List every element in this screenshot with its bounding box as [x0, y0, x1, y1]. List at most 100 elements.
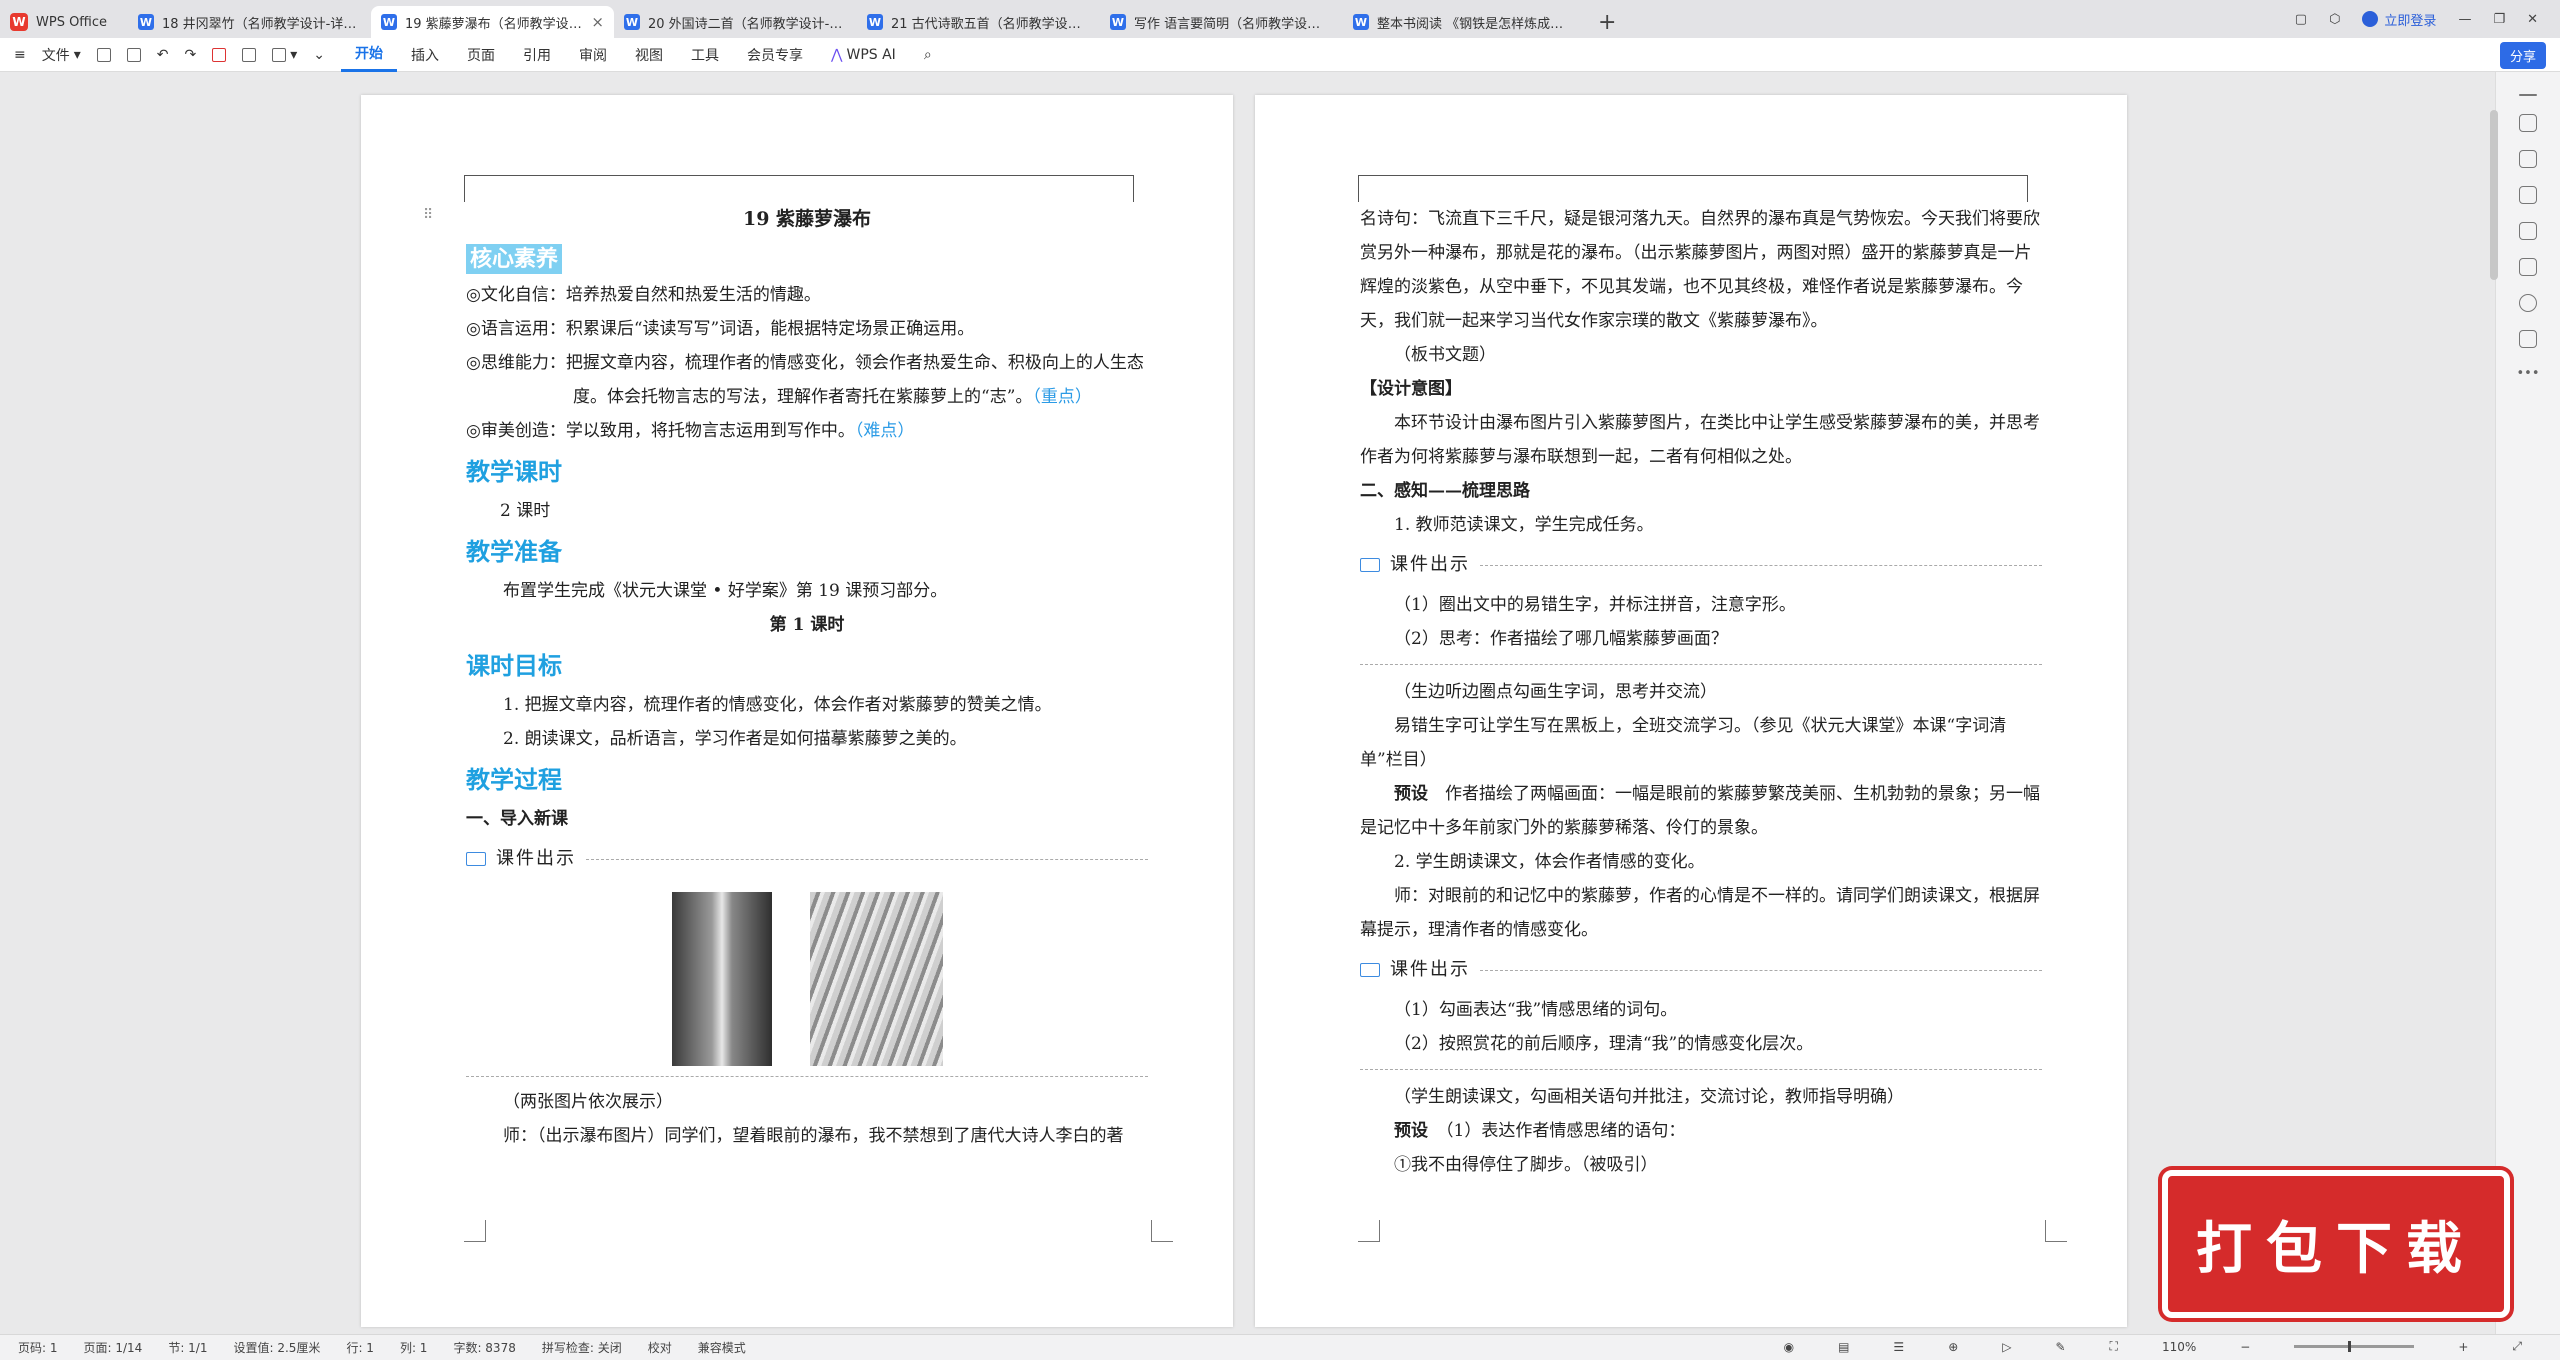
- tab-doc-writing[interactable]: W 写作 语言要简明（名师教学设计-详案）: [1100, 6, 1343, 38]
- window-layout-icon[interactable]: ▢: [2295, 12, 2307, 27]
- save-icon[interactable]: [96, 47, 111, 62]
- download-ad-banner[interactable]: 打包下载: [2162, 1170, 2510, 1318]
- tab-doc-18[interactable]: W 18 井冈翠竹（名师教学设计-详案）: [128, 6, 371, 38]
- help-icon[interactable]: [2519, 294, 2537, 312]
- preset-label: 预设: [1394, 784, 1428, 804]
- status-words[interactable]: 字数: 8378: [453, 1339, 515, 1356]
- slideshow-icon: [1360, 963, 1380, 977]
- layout-icon[interactable]: [2519, 222, 2537, 240]
- file-menu[interactable]: 文件 ▾: [42, 45, 81, 65]
- status-setvalue[interactable]: 设置值: 2.5厘米: [233, 1339, 320, 1356]
- vertical-scrollbar[interactable]: [2490, 110, 2498, 280]
- tab-doc-reading[interactable]: W 整本书阅读 《钢铁是怎样炼成的》（名师教学设计-详案）: [1343, 6, 1586, 38]
- eye-icon[interactable]: ◉: [1784, 1340, 1794, 1354]
- redo-icon[interactable]: ↷: [185, 47, 197, 63]
- menu-icon[interactable]: ≡: [14, 47, 26, 63]
- status-spellcheck[interactable]: 拼写检查: 关闭: [542, 1339, 622, 1356]
- paragraph: 1. 教师范读课文，学生完成任务。: [1394, 515, 1654, 535]
- view-controls: ◉ ▤ ☰ ⊕ ▷ ✎ ⛶ 110% − + ⤢: [1784, 1339, 2548, 1354]
- tab-label: 19 紫藤萝瀑布（名师教学设计-详案）: [405, 16, 585, 32]
- core-item-4-text: ◎审美创造：学以致用，将托物言志运用到写作中。: [466, 421, 855, 441]
- paragraph: （生边听边圈点勾画生字词，思考并交流）: [1394, 682, 1717, 702]
- courseware-banner: 课件出示: [1360, 548, 2042, 582]
- tab-label: 18 井冈翠竹（名师教学设计-详案）: [162, 16, 361, 32]
- tab-review[interactable]: 审阅: [565, 45, 621, 65]
- tab-doc-19-active[interactable]: W 19 紫藤萝瀑布（名师教学设计-详案） ×: [371, 6, 614, 38]
- core-item-1: ◎文化自信：培养热爱自然和热爱生活的情趣。: [466, 285, 821, 305]
- export-pdf-icon[interactable]: [212, 47, 227, 62]
- restore-icon[interactable]: ❐: [2493, 12, 2505, 27]
- tools-icon[interactable]: [2519, 258, 2537, 276]
- close-window-icon[interactable]: ✕: [2527, 12, 2538, 27]
- paragraph: 易错生字可让学生写在黑板上，全班交流学习。（参见《状元大课堂》本课“字词清单”栏…: [1360, 716, 2007, 770]
- fit-icon[interactable]: ⛶: [2110, 1339, 2118, 1354]
- paragraph: （学生朗读课文，勾画相关语句并批注，交流讨论，教师指导明确）: [1394, 1087, 1904, 1107]
- more-chevron-icon[interactable]: ⌄: [313, 47, 325, 63]
- new-tab-button[interactable]: +: [1598, 6, 1616, 38]
- play-icon[interactable]: ▷: [2002, 1340, 2011, 1354]
- status-section[interactable]: 节: 1/1: [168, 1339, 207, 1356]
- image-row: [466, 892, 1148, 1066]
- tab-view[interactable]: 视图: [621, 45, 677, 65]
- status-row[interactable]: 行: 1: [346, 1339, 374, 1356]
- wps-ai-button[interactable]: ⋀ WPS AI: [817, 47, 910, 63]
- cube-icon[interactable]: ⬡: [2329, 12, 2340, 27]
- tab-doc-21[interactable]: W 21 古代诗歌五首（名师教学设计-详案）: [857, 6, 1100, 38]
- cursor-icon[interactable]: [2519, 150, 2537, 168]
- word-doc-icon: W: [1353, 14, 1369, 30]
- undo-icon[interactable]: ↶: [157, 47, 169, 63]
- collapse-icon[interactable]: [2519, 94, 2537, 96]
- status-proof[interactable]: 校对: [648, 1339, 672, 1356]
- task-item: （2）思考：作者描绘了哪几幅紫藤萝画面？: [1394, 629, 1728, 649]
- tab-page[interactable]: 页面: [453, 45, 509, 65]
- status-col[interactable]: 列: 1: [400, 1339, 428, 1356]
- zoom-slider[interactable]: [2294, 1341, 2415, 1352]
- tab-home[interactable]: 开始: [341, 38, 397, 72]
- web-view-icon[interactable]: ⊕: [1948, 1340, 1958, 1354]
- status-compat[interactable]: 兼容模式: [698, 1339, 746, 1356]
- page-content: 19 紫藤萝瀑布 核心素养 ◎文化自信：培养热爱自然和热爱生活的情趣。 ◎语言运…: [466, 202, 1148, 1153]
- heading-core: 核心素养: [466, 244, 563, 274]
- share-panel-icon[interactable]: [2519, 330, 2537, 348]
- more-icon[interactable]: •••: [2496, 366, 2560, 381]
- zoom-in-icon[interactable]: +: [2458, 1340, 2468, 1354]
- corner-mark: [2045, 1220, 2067, 1242]
- tab-references[interactable]: 引用: [509, 45, 565, 65]
- outline-view-icon[interactable]: ☰: [1893, 1340, 1904, 1354]
- pen-view-icon[interactable]: ✎: [2055, 1340, 2065, 1354]
- word-doc-icon: W: [138, 14, 154, 30]
- tab-insert[interactable]: 插入: [397, 45, 453, 65]
- minimize-icon[interactable]: —: [2458, 12, 2471, 27]
- tab-tools[interactable]: 工具: [677, 45, 733, 65]
- adjust-icon[interactable]: [2519, 186, 2537, 204]
- wps-ai-label: WPS AI: [846, 46, 896, 63]
- tab-label: 写作 语言要简明（名师教学设计-详案）: [1134, 16, 1333, 32]
- task-item: （1）勾画表达“我”情感思绪的词句。: [1394, 1000, 1678, 1020]
- core-item-2: ◎语言运用：积累课后“读读写写”词语，能根据特定场景正确运用。: [466, 319, 975, 339]
- tab-label: 21 古代诗歌五首（名师教学设计-详案）: [891, 16, 1090, 32]
- paragraph: ①我不由得停住了脚步。（被吸引）: [1394, 1155, 1658, 1175]
- tab-member[interactable]: 会员专享: [733, 45, 817, 65]
- tab-label: WPS Office: [36, 14, 108, 30]
- close-icon[interactable]: ×: [591, 13, 604, 31]
- tab-wps-home[interactable]: W WPS Office: [0, 6, 128, 38]
- ribbon-toolbar: ≡ 文件 ▾ ↶ ↷ ▾ ⌄ 开始 插入 页面 引用 审阅 视图 工具 会员专享…: [0, 38, 2560, 72]
- share-button[interactable]: 分享: [2499, 42, 2546, 69]
- status-pages[interactable]: 页面: 1/14: [84, 1339, 143, 1356]
- preset-label: 预设: [1394, 1121, 1428, 1141]
- drag-handle-icon[interactable]: ⠿: [423, 207, 433, 223]
- paragraph: 名诗句：飞流直下三千尺，疑是银河落九天。自然界的瀑布真是气势恢宏。今天我们将要欣…: [1360, 209, 2040, 331]
- status-page[interactable]: 页码: 1: [18, 1339, 58, 1356]
- zoom-level[interactable]: 110%: [2162, 1340, 2196, 1354]
- tab-doc-20[interactable]: W 20 外国诗二首（名师教学设计-详案）: [614, 6, 857, 38]
- image-icon[interactable]: ▾: [272, 47, 297, 63]
- pen-icon[interactable]: [2519, 114, 2537, 132]
- print-icon[interactable]: [242, 47, 257, 62]
- login-button[interactable]: 立即登录: [2362, 10, 2436, 29]
- search-icon[interactable]: ⌕: [910, 47, 946, 63]
- page-view-icon[interactable]: ▤: [1838, 1340, 1849, 1354]
- zoom-out-icon[interactable]: −: [2240, 1340, 2250, 1354]
- print-preview-icon[interactable]: [126, 47, 141, 62]
- fullscreen-icon[interactable]: ⤢: [2512, 1339, 2522, 1354]
- courseware-banner: 课件出示: [1360, 953, 2042, 987]
